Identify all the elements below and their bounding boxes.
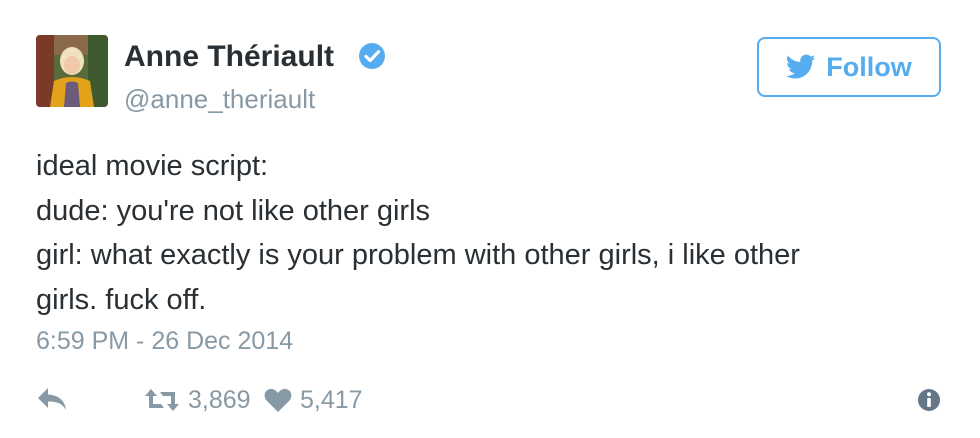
heart-icon — [264, 388, 292, 412]
info-icon[interactable] — [917, 388, 941, 412]
tweet-line: ideal movie script: — [36, 150, 269, 182]
like-count: 5,417 — [300, 385, 363, 414]
tweet-line: girl: what exactly is your problem with … — [36, 239, 800, 271]
retweet-button[interactable]: 3,869 — [144, 380, 251, 420]
tweet-timestamp[interactable]: 6:59 PM - 26 Dec 2014 — [36, 327, 293, 356]
bird-icon — [786, 54, 816, 79]
tweet-card: Anne Thériault @anne_theriault Follow id… — [0, 0, 980, 438]
retweet-count: 3,869 — [188, 385, 251, 414]
reply-icon[interactable] — [36, 386, 68, 412]
follow-button[interactable]: Follow — [757, 37, 941, 97]
verified-badge-icon — [359, 43, 385, 69]
display-name[interactable]: Anne Thériault — [124, 40, 334, 74]
avatar-image — [36, 35, 108, 107]
avatar[interactable] — [36, 35, 108, 107]
tweet-text: ideal movie script: dude: you're not lik… — [36, 144, 936, 322]
like-button[interactable]: 5,417 — [264, 380, 363, 420]
follow-label: Follow — [826, 51, 912, 82]
tweet-actions: 3,869 5,417 — [36, 380, 946, 420]
user-handle[interactable]: @anne_theriault — [124, 84, 315, 115]
retweet-icon — [145, 389, 179, 411]
tweet-line: girls. fuck off. — [36, 283, 207, 316]
tweet-line: dude: you're not like other girls — [36, 194, 431, 227]
